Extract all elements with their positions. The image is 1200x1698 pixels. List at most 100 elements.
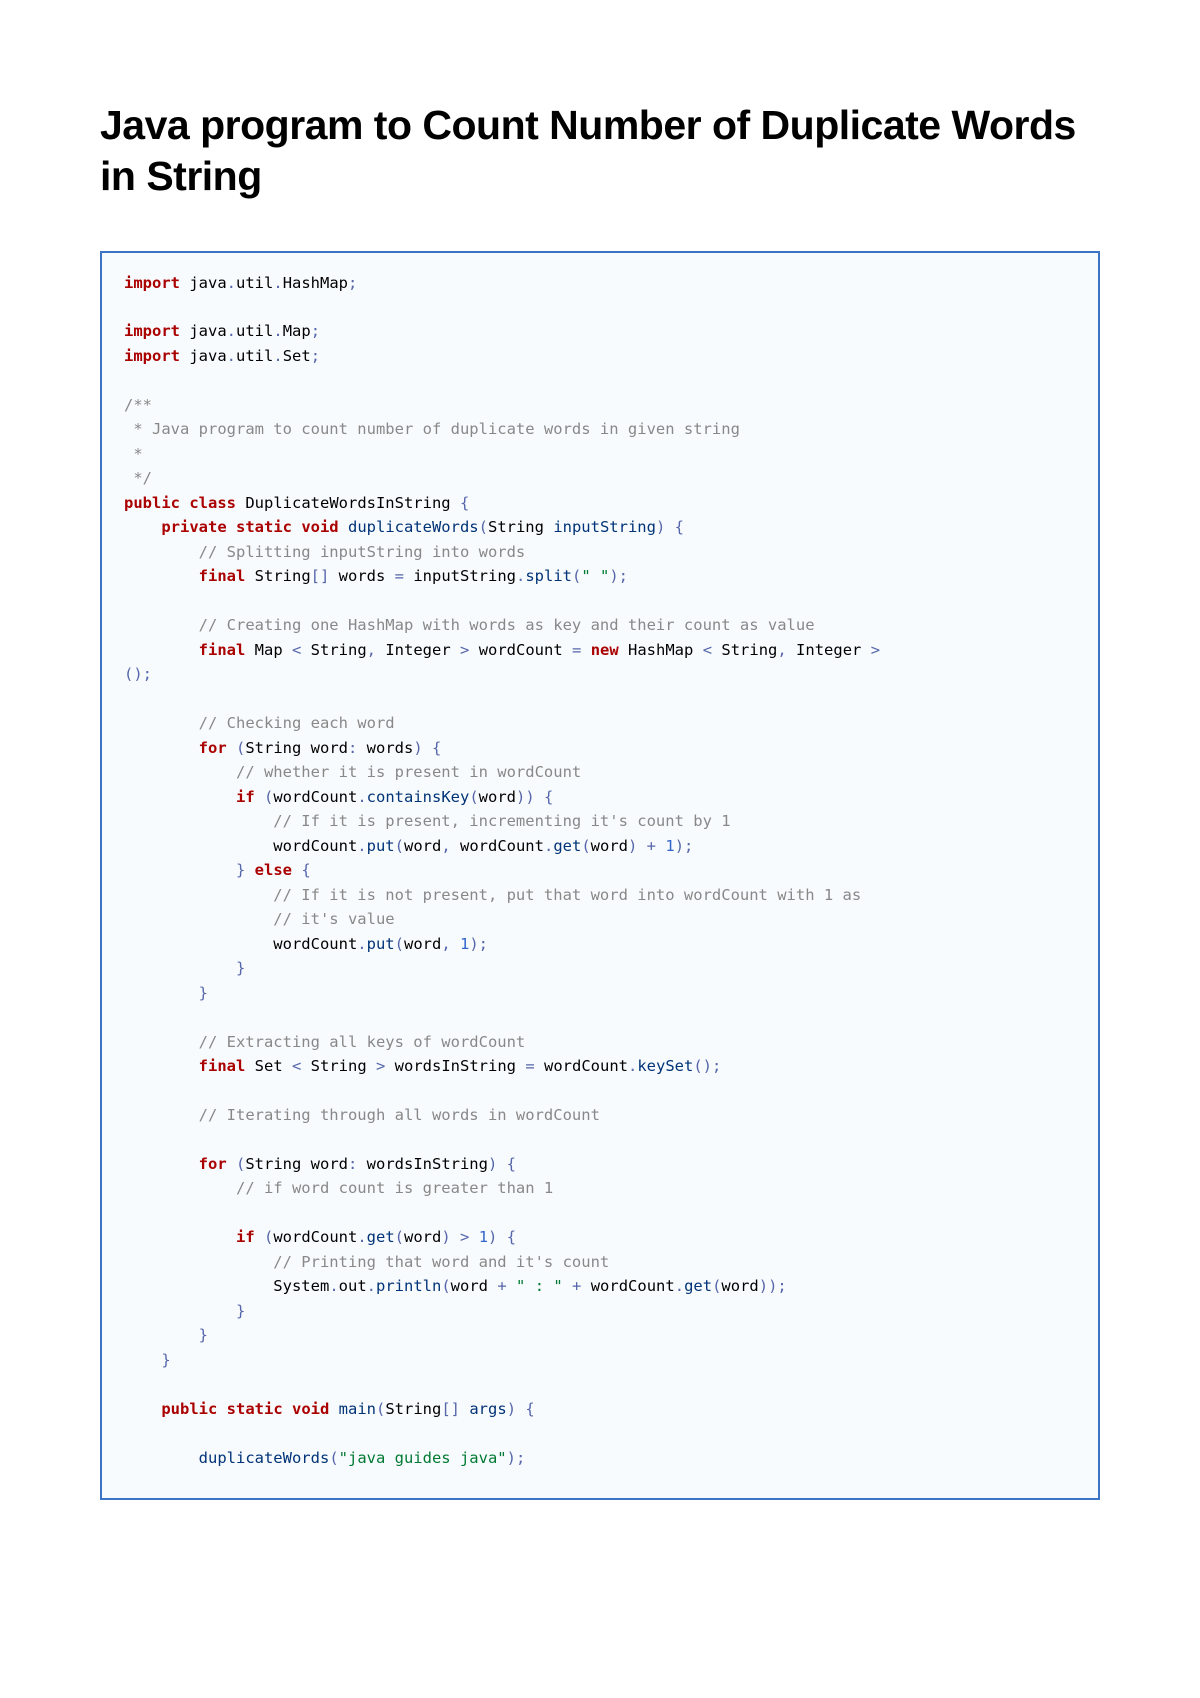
code-token: ( [441,1277,450,1295]
code-token: (); [124,665,152,683]
code-token: ( [227,739,246,757]
code-comment: // it's value [124,910,395,928]
code-token: public [124,1400,217,1418]
code-token [451,935,460,953]
code-token: duplicateWords [339,518,479,536]
code-token: word [451,1277,498,1295]
code-token: args [460,1400,507,1418]
code-token: " " [581,567,609,585]
code-token: inputString [404,567,516,585]
code-token: keySet [637,1057,693,1075]
code-token: 1 [479,1228,488,1246]
code-token: main [329,1400,376,1418]
code-token: ( [581,837,590,855]
code-token: , [441,837,450,855]
code-token: < [292,1057,301,1075]
code-token: util [236,274,273,292]
code-token: . [273,347,282,365]
code-token: ); [469,935,488,953]
code-token: class [180,494,236,512]
code-token: < [703,641,712,659]
code-token: word [404,837,441,855]
code-token: > [460,1228,469,1246]
page-title: Java program to Count Number of Duplicat… [100,100,1100,203]
code-token: DuplicateWordsInString [236,494,460,512]
code-token: put [367,935,395,953]
code-token: : [348,739,357,757]
code-token: ) { [507,1400,535,1418]
code-token: private [124,518,227,536]
code-token: ) [628,837,647,855]
code-token: wordCount [451,837,544,855]
code-token: ) [441,1228,460,1246]
code-token: println [376,1277,441,1295]
code-token [507,1277,516,1295]
code-token: wordsInString [385,1057,525,1075]
code-token: + [647,837,656,855]
code-token: } [124,1302,245,1320]
code-token: wordCount [124,837,357,855]
code-token [563,1277,572,1295]
code-token: [] [441,1400,460,1418]
code-token: = [572,641,581,659]
code-token: . [273,274,282,292]
code-token: [] [311,567,330,585]
code-token: "java guides java" [339,1449,507,1467]
code-token: . [357,1228,366,1246]
code-token: )) { [516,788,553,806]
code-token: = [525,1057,534,1075]
code-token [656,837,665,855]
code-token: (); [693,1057,721,1075]
code-comment: // If it is present, incrementing it's c… [124,812,731,830]
code-token: } [124,959,245,977]
code-token: + [572,1277,581,1295]
code-token: ); [609,567,628,585]
code-token: ) { [656,518,684,536]
code-token: . [227,347,236,365]
code-token: String [301,641,366,659]
code-token: java [180,347,227,365]
code-token: { [460,494,469,512]
code-comment: // Creating one HashMap with words as ke… [124,616,815,634]
code-token: { [292,861,311,879]
code-token: . [544,837,553,855]
code-token: duplicateWords [124,1449,329,1467]
code-token: static [217,1400,282,1418]
code-token: final [124,1057,245,1075]
code-comment: // whether it is present in wordCount [124,763,581,781]
code-token: ( [376,1400,385,1418]
code-token: ); [507,1449,526,1467]
code-token: Integer [376,641,460,659]
code-token: String [712,641,777,659]
code-token: , [777,641,786,659]
code-token: final [124,641,245,659]
code-token: ) { [488,1228,516,1246]
code-token: word [404,1228,441,1246]
code-token: } [124,861,255,879]
code-token: import [124,347,180,365]
code-token: ( [395,837,404,855]
code-token: . [273,322,282,340]
code-token: word [479,788,516,806]
code-comment: * Java program to count number of duplic… [124,420,740,438]
code-token: } [124,984,208,1002]
code-token: } [124,1351,171,1369]
code-comment: */ [124,469,152,487]
code-token: public [124,494,180,512]
code-token: String [245,567,310,585]
code-token: . [227,274,236,292]
code-token: )); [759,1277,787,1295]
code-token: . [357,935,366,953]
code-token: . [329,1277,338,1295]
code-token: . [357,837,366,855]
code-token: ( [572,567,581,585]
code-token: System [124,1277,329,1295]
code-token: wordCount [273,788,357,806]
code-token: = [395,567,404,585]
code-token: out [339,1277,367,1295]
code-token: util [236,347,273,365]
code-token: word [404,935,441,953]
code-comment: // if word count is greater than 1 [124,1179,553,1197]
code-comment: /** [124,396,152,414]
code-token: ( [712,1277,721,1295]
